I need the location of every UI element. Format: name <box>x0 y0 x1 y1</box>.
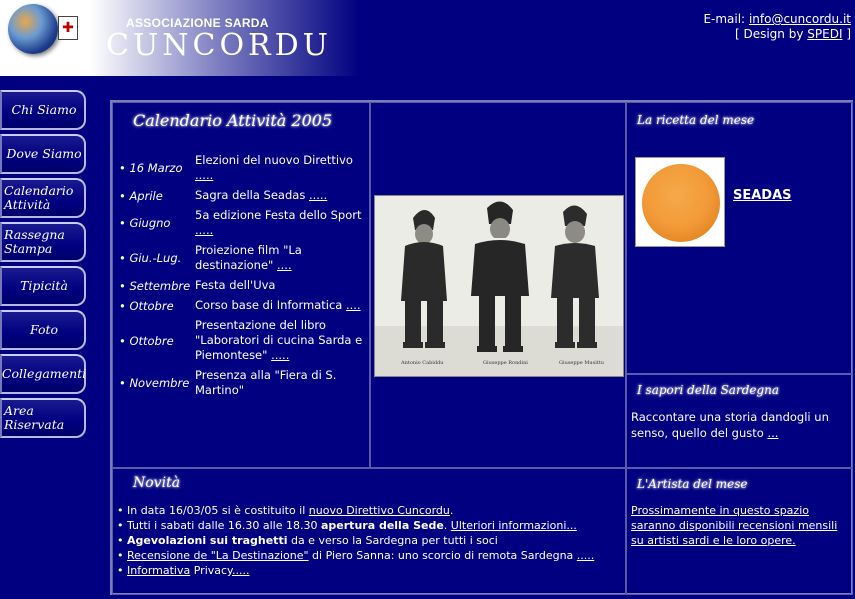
news-item: • Tutti i sabati dalle 16.30 alle 18.30 … <box>117 519 577 532</box>
calendar-title: Calendario Attività 2005 <box>133 111 333 130</box>
artist-link[interactable]: Prossimamente in questo spazio saranno d… <box>631 504 837 547</box>
event-more-link[interactable]: ..... <box>195 168 213 182</box>
three-men-photo-illustration: Antonio Cabiddu Giuseppe Rondini Giusepp… <box>375 196 623 376</box>
flavors-text: Raccontare una storia dandogli un senso,… <box>631 410 829 440</box>
calendar-section: Calendario Attività 2005 • 16 Marzo Elez… <box>112 102 370 468</box>
photo-caption-left: Antonio Cabiddu <box>400 360 444 366</box>
flavors-title: I sapori della Sardegna <box>637 383 780 397</box>
new-board-link[interactable]: nuovo Direttivo Cuncordu <box>309 504 450 517</box>
photo-caption-right: Giuseppe Musittu <box>559 360 605 366</box>
nav-foto[interactable]: Foto <box>0 310 86 350</box>
event-text: Corso base di Informatica .... <box>195 298 361 312</box>
event-more-link[interactable]: ..... <box>195 223 213 237</box>
news-item: • Informativa Privacy..... <box>117 564 250 577</box>
event-more-link[interactable]: ..... <box>309 188 327 202</box>
seadas-pastry-icon <box>642 164 720 242</box>
calendar-event: • Giu.-Lug. Proiezione film "La destinaz… <box>119 243 369 273</box>
event-text: Festa dell'Uva <box>195 278 276 292</box>
design-prefix: [ Design by <box>734 27 804 41</box>
event-date: • Giu.-Lug. <box>119 251 182 265</box>
globe-logo-icon <box>8 4 58 54</box>
event-text: Presentazione del libro "Laboratori di c… <box>195 318 363 362</box>
sardinia-flag-icon: ✚ <box>58 16 78 40</box>
recipe-section: La ricetta del mese SEADAS <box>626 102 853 374</box>
design-credit: [ Design by SPEDI ] <box>703 27 851 42</box>
event-text: Proiezione film "La destinazione" .... <box>195 243 302 272</box>
artist-title: L'Artista del mese <box>637 477 748 491</box>
flavors-more-link[interactable]: ... <box>767 426 778 440</box>
event-date: • Aprile <box>119 188 163 203</box>
review-link[interactable]: Recensione de "La Destinazione" <box>127 549 309 562</box>
email-line: E-mail: info@cuncordu.it <box>703 12 851 27</box>
seadas-image[interactable] <box>635 157 725 247</box>
event-date: • Giugno <box>119 216 171 230</box>
privacy-more-link[interactable]: ..... <box>232 564 249 577</box>
privacy-link[interactable]: Informativa <box>127 564 190 577</box>
event-more-link[interactable]: .... <box>346 298 361 312</box>
event-date: • Ottobre <box>119 333 174 348</box>
nav-tipicita[interactable]: Tipicità <box>0 266 86 306</box>
email-link[interactable]: info@cuncordu.it <box>749 12 851 26</box>
calendar-event: • 16 Marzo Elezioni del nuovo Direttivo … <box>119 153 369 183</box>
historic-photo: Antonio Cabiddu Giuseppe Rondini Giusepp… <box>374 195 624 377</box>
event-text: 5a edizione Festa dello Sport ..... <box>195 208 362 237</box>
flavors-section: I sapori della Sardegna Raccontare una s… <box>626 374 853 468</box>
nav-collegamenti[interactable]: Collegamenti <box>0 354 86 394</box>
main-content-table: Calendario Attività 2005 • 16 Marzo Elez… <box>110 100 853 595</box>
logo-banner: ✚ ASSOCIAZIONE SARDA CUNCORDU <box>0 0 360 76</box>
event-text: Presenza alla "Fiera di S. Martino" <box>195 368 337 397</box>
calendar-event: • Ottobre Presentazione del libro "Labor… <box>119 318 369 363</box>
design-suffix: ] <box>846 27 851 41</box>
calendar-event: • Novembre Presenza alla "Fiera di S. Ma… <box>119 368 369 398</box>
event-text: Elezioni del nuovo Direttivo ..... <box>195 153 353 182</box>
nav-rassegna-stampa[interactable]: Rassegna Stampa <box>0 222 86 262</box>
nav-calendario-attivita[interactable]: Calendario Attività <box>0 178 86 218</box>
event-more-link[interactable]: .... <box>277 258 292 272</box>
event-text: Sagra della Seadas ..... <box>195 188 328 202</box>
news-item: • In data 16/03/05 si è costituito il nu… <box>117 504 454 517</box>
calendar-event: • Settembre Festa dell'Uva <box>119 278 369 293</box>
artist-section: L'Artista del mese Prossimamente in ques… <box>626 468 853 595</box>
event-date: • 16 Marzo <box>119 161 183 175</box>
news-title: Novità <box>133 475 181 491</box>
event-date: • Settembre <box>119 278 191 293</box>
artist-text: Prossimamente in questo spazio saranno d… <box>631 503 851 548</box>
nav-chi-siamo[interactable]: Chi Siamo <box>0 90 86 130</box>
calendar-event: • Ottobre Corso base di Informatica .... <box>119 298 369 313</box>
news-item: • Recensione de "La Destinazione" di Pie… <box>117 549 595 562</box>
brand-logo-text: CUNCORDU <box>106 28 332 63</box>
photo-section: Antonio Cabiddu Giuseppe Rondini Giusepp… <box>370 102 626 468</box>
calendar-event: • Aprile Sagra della Seadas ..... <box>119 188 369 203</box>
review-more-link[interactable]: ..... <box>577 549 594 562</box>
photo-caption-center: Giuseppe Rondini <box>483 360 528 366</box>
contact-info: E-mail: info@cuncordu.it [ Design by SPE… <box>703 12 851 42</box>
recipe-title: La ricetta del mese <box>637 113 755 127</box>
news-section: Novità • In data 16/03/05 si è costituit… <box>112 468 626 595</box>
designer-link[interactable]: SPEDI <box>807 27 842 41</box>
more-info-link[interactable]: Ulteriori informazioni... <box>451 519 577 532</box>
event-date: • Ottobre <box>119 298 174 313</box>
event-date: • Novembre <box>119 376 190 390</box>
event-more-link[interactable]: ..... <box>271 348 289 362</box>
calendar-event-list: • 16 Marzo Elezioni del nuovo Direttivo … <box>119 153 369 403</box>
calendar-event: • Giugno 5a edizione Festa dello Sport .… <box>119 208 369 238</box>
nav-dove-siamo[interactable]: Dove Siamo <box>0 134 86 174</box>
recipe-dish-link[interactable]: SEADAS <box>733 188 792 203</box>
email-label: E-mail: <box>703 12 746 26</box>
news-list: • In data 16/03/05 si è costituito il nu… <box>117 503 623 578</box>
news-item: • Agevolazioni sui traghetti da e verso … <box>117 534 498 547</box>
nav-area-riservata[interactable]: Area Riservata <box>0 398 86 438</box>
left-navigation: Chi Siamo Dove Siamo Calendario Attività… <box>0 90 88 442</box>
